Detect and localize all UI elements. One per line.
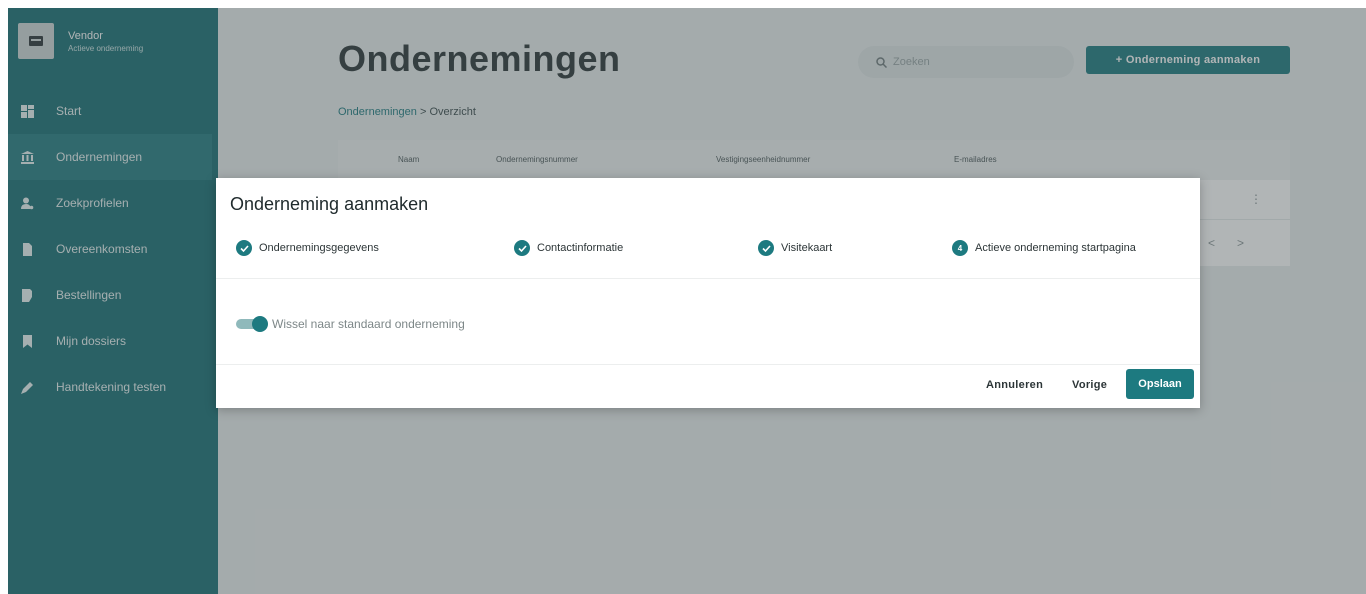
step-label: Actieve onderneming startpagina — [975, 242, 1136, 254]
previous-button[interactable]: Vorige — [1072, 379, 1107, 391]
toggle-label: Wissel naar standaard onderneming — [272, 317, 465, 331]
app-frame: Vendor Actieve onderneming Start Onderne… — [8, 8, 1366, 594]
check-circle-icon — [758, 240, 774, 256]
step-business-card[interactable]: Visitekaart — [758, 240, 832, 256]
step-contact-info[interactable]: Contactinformatie — [514, 240, 623, 256]
divider — [216, 278, 1200, 279]
modal-title: Onderneming aanmaken — [230, 194, 429, 214]
step-label: Visitekaart — [781, 242, 833, 254]
save-button[interactable]: Opslaan — [1126, 369, 1194, 399]
default-company-toggle[interactable] — [236, 316, 268, 332]
step-label: Contactinformatie — [537, 242, 624, 254]
check-circle-icon — [514, 240, 530, 256]
step-active-company-startpage[interactable]: 4 Actieve onderneming startpagina — [952, 240, 1136, 256]
step-label: Ondernemingsgegevens — [259, 242, 379, 254]
check-circle-icon — [236, 240, 252, 256]
create-company-modal: Onderneming aanmaken Ondernemingsgegeven… — [216, 178, 1200, 408]
modal-footer: Annuleren Vorige Opslaan — [216, 364, 1200, 408]
default-company-toggle-row: Wissel naar standaard onderneming — [236, 316, 465, 332]
cancel-button[interactable]: Annuleren — [986, 379, 1043, 391]
stepper: Ondernemingsgegevens Contactinformatie V… — [216, 236, 1200, 278]
step-number: 4 — [952, 240, 968, 256]
step-company-details[interactable]: Ondernemingsgegevens — [236, 240, 379, 256]
